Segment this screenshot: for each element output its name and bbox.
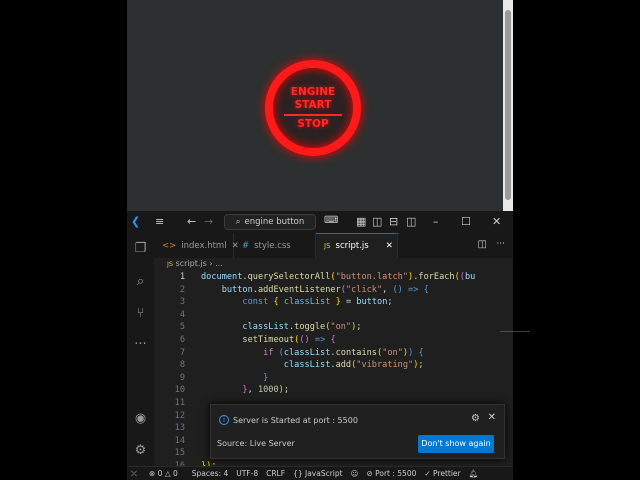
toggle-secondary-sidebar-icon[interactable]: ◫	[406, 215, 416, 228]
line-number: 1	[179, 272, 185, 282]
code-line: document.querySelectorAll("button.latch"…	[201, 272, 476, 282]
stop-label: STOP	[297, 117, 329, 130]
breadcrumb-file[interactable]: script.js	[176, 259, 207, 268]
encoding-status[interactable]: UTF-8	[236, 469, 258, 478]
tab-label: script.js	[335, 241, 369, 251]
error-count: 0	[157, 469, 163, 478]
search-text: engine button	[244, 217, 305, 227]
tab-index-html[interactable]: <> index.html ✕	[154, 233, 239, 258]
tab-script-js[interactable]: JS script.js ✕	[316, 233, 398, 258]
notification-settings-icon[interactable]: ⚙	[471, 413, 480, 424]
notification-message: Server is Started at port : 5500	[233, 415, 358, 425]
search-icon[interactable]: ⌕	[133, 274, 148, 289]
css-icon: #	[242, 240, 250, 251]
breadcrumb: JS script.js › ...	[167, 259, 223, 268]
source-control-icon[interactable]: ⑂	[133, 306, 148, 321]
language-mode[interactable]: {} JavaScript	[293, 469, 343, 478]
search-icon: ⌕	[235, 217, 241, 227]
tab-label: index.html	[181, 240, 227, 251]
line-number: 4	[179, 309, 185, 320]
code-line: }	[263, 372, 269, 383]
code-line: setTimeout(() => {	[242, 335, 336, 345]
prettier-label: Prettier	[433, 469, 461, 478]
language-label: JavaScript	[305, 469, 343, 478]
explorer-icon[interactable]: ❐	[133, 241, 148, 256]
line-number: 13	[174, 423, 185, 434]
js-icon: JS	[324, 242, 331, 250]
line-number: 5	[179, 322, 185, 333]
line-number: 9	[179, 372, 185, 383]
account-icon[interactable]: ◉	[133, 411, 148, 426]
live-server-status[interactable]: ⊘ Port : 5500	[366, 469, 416, 478]
line-number: 3	[179, 297, 185, 308]
code-line: }, 1000);	[242, 385, 290, 396]
menu-icon[interactable]: ≡	[155, 215, 164, 228]
minimize-icon[interactable]: –	[433, 215, 439, 228]
tab-label: style.css	[254, 240, 291, 251]
preview-scrollbar[interactable]	[503, 0, 513, 211]
line-number: 6	[179, 335, 185, 345]
line-number: 15	[174, 448, 185, 459]
split-editor-icon[interactable]: ◫	[478, 239, 487, 250]
status-bar: ⤫ ⊗ 0 △ 0 Spaces: 4 UTF-8 CRLF {} JavaSc…	[127, 466, 513, 480]
settings-gear-icon[interactable]: ⚙	[133, 443, 148, 458]
dont-show-again-button[interactable]: Don't show again	[418, 435, 494, 453]
notification-source: Source: Live Server	[217, 439, 295, 448]
divider	[284, 113, 342, 116]
title-bar: ❮ ≡ ← → ⌕ engine button ⌨ ▦ ◫ ⊟ ◫ – ☐ ✕	[127, 211, 513, 233]
close-window-icon[interactable]: ✕	[492, 215, 501, 228]
minimap[interactable]	[500, 331, 530, 351]
line-number: 14	[174, 435, 185, 446]
browser-preview: ENGINE START STOP	[127, 0, 513, 211]
editor-tabs: <> index.html ✕ # style.css JS script.js ✕ ◫ …	[154, 233, 513, 258]
more-icon[interactable]: ···	[133, 337, 148, 352]
scroll-thumb[interactable]	[505, 10, 511, 200]
html-icon: <>	[162, 240, 177, 251]
line-number: 2	[179, 284, 185, 295]
breadcrumb-symbol[interactable]: › ...	[209, 259, 222, 268]
toggle-sidebar-icon[interactable]: ◫	[372, 215, 382, 228]
line-number: 12	[174, 410, 185, 421]
tab-style-css[interactable]: # style.css	[234, 233, 316, 258]
copilot-status-icon[interactable]: ☺	[351, 469, 359, 478]
command-center-search[interactable]: ⌕ engine button	[224, 214, 316, 230]
toggle-panel-icon[interactable]: ⊟	[389, 215, 398, 228]
activity-bar: ❐ ⌕ ⑂ ··· ◉ ⚙	[127, 233, 154, 466]
vscode-logo-icon: ❮	[131, 215, 141, 228]
vscode-window: ❮ ≡ ← → ⌕ engine button ⌨ ▦ ◫ ⊟ ◫ – ☐ ✕ ❐…	[127, 211, 530, 480]
eol-status[interactable]: CRLF	[266, 469, 285, 478]
info-icon: i	[219, 415, 229, 425]
problems-indicator[interactable]: ⊗ 0 △ 0	[149, 469, 178, 478]
layout-customize-icon[interactable]: ▦	[356, 215, 366, 228]
code-line: const { classList } = button;	[242, 297, 393, 308]
code-line: if (classList.contains("on")) {	[263, 347, 424, 358]
copilot-icon[interactable]: ⌨	[324, 215, 338, 226]
code-line: classList.toggle("on");	[242, 322, 362, 333]
port-label: Port : 5500	[375, 469, 417, 478]
indentation-status[interactable]: Spaces: 4	[192, 469, 228, 478]
js-icon: JS	[167, 260, 174, 268]
line-number: 7	[179, 347, 185, 358]
close-icon[interactable]: ✕	[386, 241, 393, 251]
maximize-icon[interactable]: ☐	[461, 215, 471, 228]
engine-label: ENGINE	[290, 85, 336, 98]
notifications-bell-icon[interactable]: 🔔︎	[469, 469, 479, 478]
code-line: button.addEventListener("click", () => {	[221, 284, 429, 295]
line-number: 10	[174, 385, 185, 396]
more-actions-icon[interactable]: ···	[496, 239, 505, 249]
start-label: START	[294, 98, 332, 111]
notification-toast: i Server is Started at port : 5500 ⚙ ✕ So…	[210, 404, 505, 459]
line-number: 8	[179, 360, 185, 371]
prettier-status[interactable]: ✓ Prettier	[424, 469, 460, 478]
engine-start-stop-button[interactable]: ENGINE START STOP	[265, 60, 361, 156]
close-notification-icon[interactable]: ✕	[488, 412, 496, 423]
warning-count: 0	[173, 469, 178, 478]
code-line: classList.add("vibrating");	[283, 360, 424, 371]
back-icon[interactable]: ←	[187, 215, 196, 228]
line-number: 11	[174, 398, 185, 408]
forward-icon[interactable]: →	[204, 215, 213, 228]
remote-icon[interactable]: ⤫	[131, 469, 137, 479]
